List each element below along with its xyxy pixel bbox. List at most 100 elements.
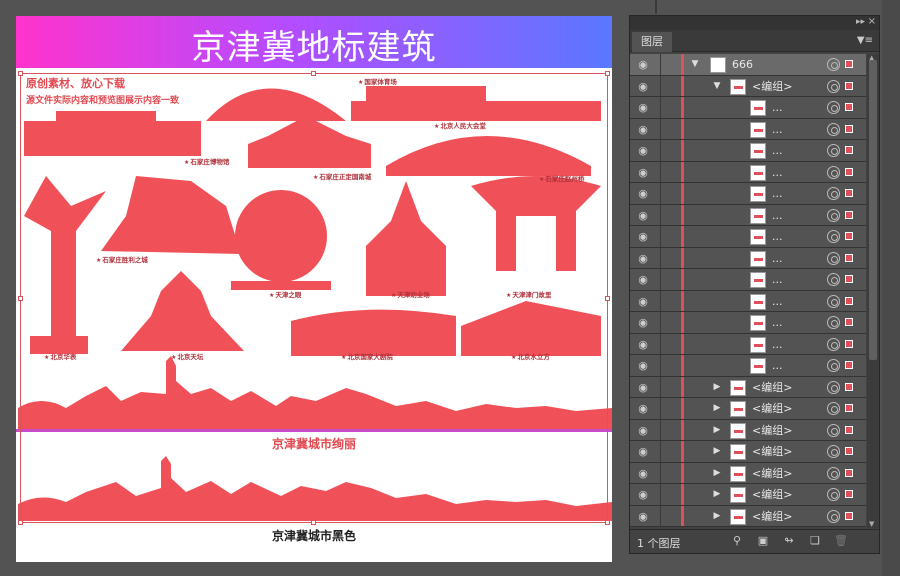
lock-column[interactable] — [660, 419, 661, 440]
lock-column[interactable] — [660, 140, 661, 161]
group-row[interactable]: ◉ ▶ <编组> — [630, 484, 866, 506]
group-name[interactable]: <编组> — [752, 380, 792, 395]
target-circle-icon[interactable] — [827, 337, 840, 351]
transform-handle[interactable] — [311, 520, 316, 525]
selection-indicator[interactable] — [845, 81, 853, 90]
selection-indicator[interactable] — [845, 275, 853, 283]
selection-indicator[interactable] — [845, 296, 853, 305]
selection-indicator[interactable] — [845, 253, 853, 262]
lock-column[interactable] — [660, 118, 661, 139]
path-name[interactable]: ... — [772, 337, 783, 352]
target-circle-icon[interactable] — [827, 165, 840, 179]
disclosure-triangle-icon[interactable]: ▶ — [712, 510, 722, 522]
lock-column[interactable] — [660, 54, 661, 75]
lock-column[interactable] — [660, 505, 661, 526]
lock-column[interactable] — [660, 183, 661, 204]
disclosure-triangle-icon[interactable]: ▼ — [690, 58, 700, 70]
selection-indicator[interactable] — [845, 339, 853, 348]
panel-menu-icon[interactable]: ▼≡ — [857, 35, 873, 46]
group-row[interactable]: ◉ ▶ <编组> — [630, 398, 866, 420]
lock-column[interactable] — [660, 376, 661, 397]
path-name[interactable]: ... — [772, 100, 783, 115]
eye-icon[interactable]: ◉ — [636, 187, 650, 200]
lock-column[interactable] — [660, 355, 661, 376]
selection-indicator[interactable] — [845, 232, 853, 240]
target-circle-icon[interactable] — [827, 101, 840, 114]
path-row[interactable]: ◉... — [630, 247, 866, 269]
path-row[interactable]: ◉... — [630, 226, 866, 248]
lock-column[interactable] — [660, 290, 661, 311]
eye-icon[interactable]: ◉ — [636, 402, 650, 415]
layers-scrollbar[interactable]: ▲ ▼ — [867, 54, 879, 528]
path-row[interactable]: ◉... — [630, 97, 866, 119]
target-circle-icon[interactable] — [827, 79, 840, 93]
path-row[interactable]: ◉... — [630, 183, 866, 205]
lock-column[interactable] — [660, 161, 661, 182]
eye-icon[interactable]: ◉ — [636, 273, 650, 286]
path-row[interactable]: ◉... — [630, 290, 866, 312]
eye-icon[interactable]: ◉ — [636, 123, 650, 136]
panel-title-bar[interactable]: ▸▸ × — [630, 16, 879, 30]
selection-indicator[interactable] — [845, 189, 853, 197]
eye-icon[interactable]: ◉ — [636, 467, 650, 480]
new-layer-icon[interactable]: ❏ — [808, 534, 822, 548]
path-name[interactable]: ... — [772, 315, 783, 330]
target-circle-icon[interactable] — [827, 380, 840, 394]
target-circle-icon[interactable] — [827, 466, 840, 480]
delete-icon[interactable]: 🗑 — [834, 534, 848, 548]
lock-column[interactable] — [660, 312, 661, 333]
lock-column[interactable] — [660, 333, 661, 354]
target-circle-icon[interactable] — [827, 423, 840, 437]
selection-indicator[interactable] — [845, 167, 853, 176]
disclosure-triangle-icon[interactable]: ▶ — [712, 467, 722, 479]
eye-icon[interactable]: ◉ — [636, 510, 650, 523]
lock-column[interactable] — [660, 226, 661, 247]
target-circle-icon[interactable] — [827, 359, 840, 372]
lock-column[interactable] — [660, 75, 661, 96]
group-name[interactable]: <编组> — [752, 509, 792, 524]
collapse-panel-icon[interactable]: ▸▸ — [856, 17, 865, 27]
selection-indicator[interactable] — [845, 511, 853, 520]
group-name[interactable]: <编组> — [752, 79, 792, 94]
group-row[interactable]: ◉ ▶ <编组> — [630, 441, 866, 463]
target-circle-icon[interactable] — [827, 402, 840, 415]
group-name[interactable]: <编组> — [752, 444, 792, 459]
selection-indicator[interactable] — [845, 124, 853, 133]
search-icon[interactable]: ⚲ — [730, 534, 744, 548]
group-row[interactable]: ◉ ▼ <编组> — [630, 75, 866, 97]
selection-indicator[interactable] — [845, 447, 853, 455]
group-name[interactable]: <编组> — [752, 423, 792, 438]
group-row[interactable]: ◉ ▶ <编组> — [630, 505, 866, 527]
path-name[interactable]: ... — [772, 294, 783, 309]
layer-name[interactable]: 666 — [732, 57, 753, 72]
target-circle-icon[interactable] — [827, 445, 840, 458]
path-name[interactable]: ... — [772, 208, 783, 223]
path-name[interactable]: ... — [772, 143, 783, 158]
disclosure-triangle-icon[interactable]: ▶ — [712, 488, 722, 500]
eye-icon[interactable]: ◉ — [636, 295, 650, 308]
path-row[interactable]: ◉... — [630, 140, 866, 162]
target-circle-icon[interactable] — [827, 230, 840, 243]
eye-icon[interactable]: ◉ — [636, 166, 650, 179]
lock-column[interactable] — [660, 97, 661, 118]
transform-handle[interactable] — [18, 71, 23, 76]
eye-icon[interactable]: ◉ — [636, 209, 650, 222]
path-name[interactable]: ... — [772, 165, 783, 180]
path-row[interactable]: ◉... — [630, 161, 866, 183]
artboard[interactable]: 京津冀地标建筑 原创素材、放心下载 源文件实际内容和预览图展示内容一致 ★ 国家… — [16, 16, 612, 562]
close-panel-icon[interactable]: × — [868, 16, 876, 27]
path-row[interactable]: ◉... — [630, 355, 866, 377]
path-name[interactable]: ... — [772, 358, 783, 373]
path-row[interactable]: ◉... — [630, 204, 866, 226]
selection-indicator[interactable] — [845, 404, 853, 412]
selection-indicator[interactable] — [845, 318, 853, 326]
target-circle-icon[interactable] — [827, 187, 840, 200]
group-row[interactable]: ◉ ▶ <编组> — [630, 376, 866, 398]
selection-indicator[interactable] — [845, 361, 853, 369]
path-row[interactable]: ◉... — [630, 312, 866, 334]
eye-icon[interactable]: ◉ — [636, 359, 650, 372]
path-row[interactable]: ◉... — [630, 333, 866, 355]
scroll-down-icon[interactable]: ▼ — [869, 520, 874, 528]
target-circle-icon[interactable] — [827, 488, 840, 501]
sublayer-icon[interactable]: ↬ — [782, 534, 796, 548]
